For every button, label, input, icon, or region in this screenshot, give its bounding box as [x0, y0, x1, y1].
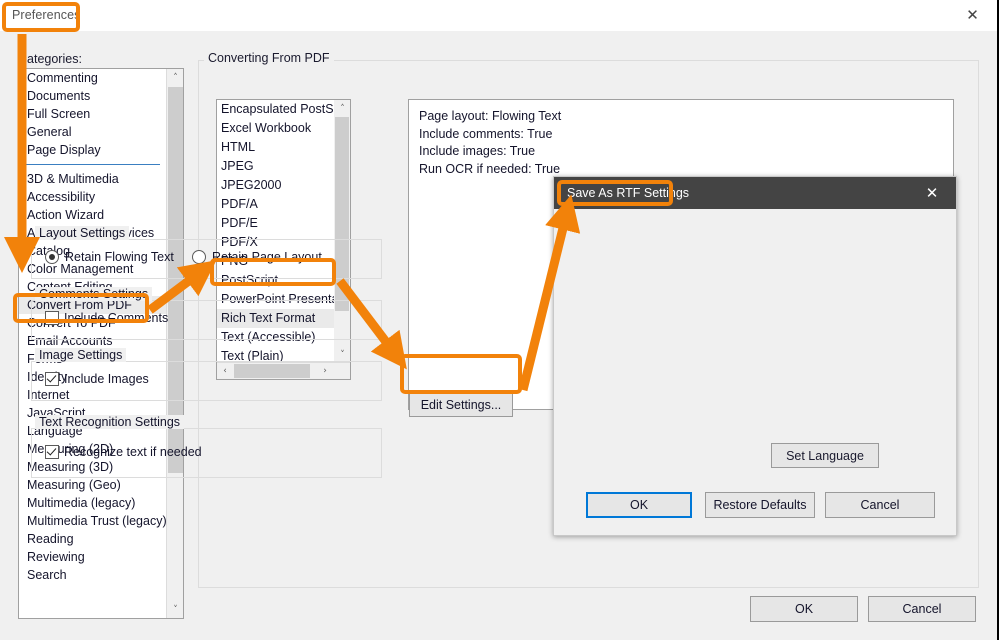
comments-settings-legend: Comments Settings	[35, 287, 153, 301]
radio-icon	[192, 250, 206, 264]
category-item-commenting[interactable]: Commenting	[19, 69, 166, 87]
checkbox-recognize-text[interactable]: Recognize text if needed	[45, 445, 202, 459]
format-item-pdf-e[interactable]: PDF/E	[217, 214, 350, 233]
preview-line-include-comments: Include comments: True	[419, 126, 553, 141]
category-item-search[interactable]: Search	[19, 566, 166, 584]
edit-settings-button[interactable]: Edit Settings...	[409, 392, 513, 417]
save-as-rtf-settings-dialog: Save As RTF Settings ✕	[553, 176, 957, 536]
close-icon[interactable]: ✕	[950, 0, 995, 30]
category-item-measuring-geo[interactable]: Measuring (Geo)	[19, 476, 166, 494]
converting-from-pdf-legend: Converting From PDF	[204, 51, 334, 65]
image-settings-legend: Image Settings	[35, 348, 127, 362]
category-item-action-wizard[interactable]: Action Wizard	[19, 206, 166, 224]
category-item-multimedia-trust-legacy[interactable]: Multimedia Trust (legacy)	[19, 512, 167, 530]
category-item-3d-multimedia[interactable]: 3D & Multimedia	[19, 170, 166, 188]
radio-retain-page-layout-label: Retain Page Layout	[212, 250, 322, 264]
radio-icon	[45, 250, 59, 264]
checkbox-include-comments[interactable]: Include Comments	[45, 311, 168, 325]
category-item-reading[interactable]: Reading	[19, 530, 166, 548]
format-item-pdf-a[interactable]: PDF/A	[217, 195, 350, 214]
chevron-down-icon[interactable]: ˅	[167, 601, 183, 618]
chevron-up-icon[interactable]: ˄	[334, 100, 350, 117]
radio-retain-flowing-text[interactable]: Retain Flowing Text	[45, 250, 174, 264]
checkbox-icon	[45, 311, 59, 325]
ok-button[interactable]: OK	[750, 596, 858, 622]
text-recognition-settings-legend: Text Recognition Settings	[35, 415, 185, 429]
category-item-multimedia-legacy[interactable]: Multimedia (legacy)	[19, 494, 166, 512]
rtf-dialog-titlebar: Save As RTF Settings ✕	[554, 177, 956, 209]
categories-label: Categories:	[18, 52, 82, 66]
format-item-html[interactable]: HTML	[217, 138, 350, 157]
category-item-full-screen[interactable]: Full Screen	[19, 105, 166, 123]
preview-line-include-images: Include images: True	[419, 144, 536, 158]
category-item-documents[interactable]: Documents	[19, 87, 166, 105]
categories-scrollbar[interactable]: ˄ ˅	[166, 69, 183, 618]
layout-settings-legend: Layout Settings	[35, 226, 130, 240]
checkbox-include-comments-label: Include Comments	[64, 311, 169, 325]
cancel-button[interactable]: Cancel	[868, 596, 976, 622]
radio-retain-page-layout[interactable]: Retain Page Layout	[192, 250, 322, 264]
rtf-cancel-button[interactable]: Cancel	[825, 492, 935, 518]
checkbox-recognize-text-label: Recognize text if needed	[64, 445, 202, 459]
window-titlebar: Preferences ✕	[0, 0, 997, 31]
checkbox-icon	[45, 372, 59, 386]
rtf-restore-defaults-button[interactable]: Restore Defaults	[705, 492, 815, 518]
checkbox-icon	[45, 445, 59, 459]
category-item-general[interactable]: General	[19, 123, 166, 141]
chevron-up-icon[interactable]: ˄	[167, 69, 183, 86]
category-item-accessibility[interactable]: Accessibility	[19, 188, 166, 206]
window-title: Preferences	[12, 8, 81, 22]
rtf-ok-button[interactable]: OK	[586, 492, 692, 518]
categories-divider	[19, 159, 166, 170]
checkbox-include-images-label: Include Images	[64, 372, 149, 386]
category-item-page-display[interactable]: Page Display	[19, 141, 166, 159]
preview-line-page-layout: Page layout: Flowing Text	[419, 109, 562, 123]
close-icon[interactable]: ✕	[912, 177, 952, 209]
format-item-excel-workbook[interactable]: Excel Workbook	[217, 119, 350, 138]
format-item-jpeg2000[interactable]: JPEG2000	[217, 176, 350, 195]
categories-list[interactable]: Commenting Documents Full Screen General…	[18, 68, 184, 619]
category-item-reviewing[interactable]: Reviewing	[19, 548, 166, 566]
format-item-encapsulated-postscript[interactable]: Encapsulated PostScrip	[217, 100, 350, 119]
format-item-jpeg[interactable]: JPEG	[217, 157, 350, 176]
rtf-dialog-title: Save As RTF Settings	[567, 186, 690, 200]
checkbox-include-images[interactable]: Include Images	[45, 372, 149, 386]
set-language-button[interactable]: Set Language	[771, 443, 879, 468]
scrollbar-thumb[interactable]	[335, 117, 349, 311]
radio-retain-flowing-text-label: Retain Flowing Text	[65, 250, 174, 264]
